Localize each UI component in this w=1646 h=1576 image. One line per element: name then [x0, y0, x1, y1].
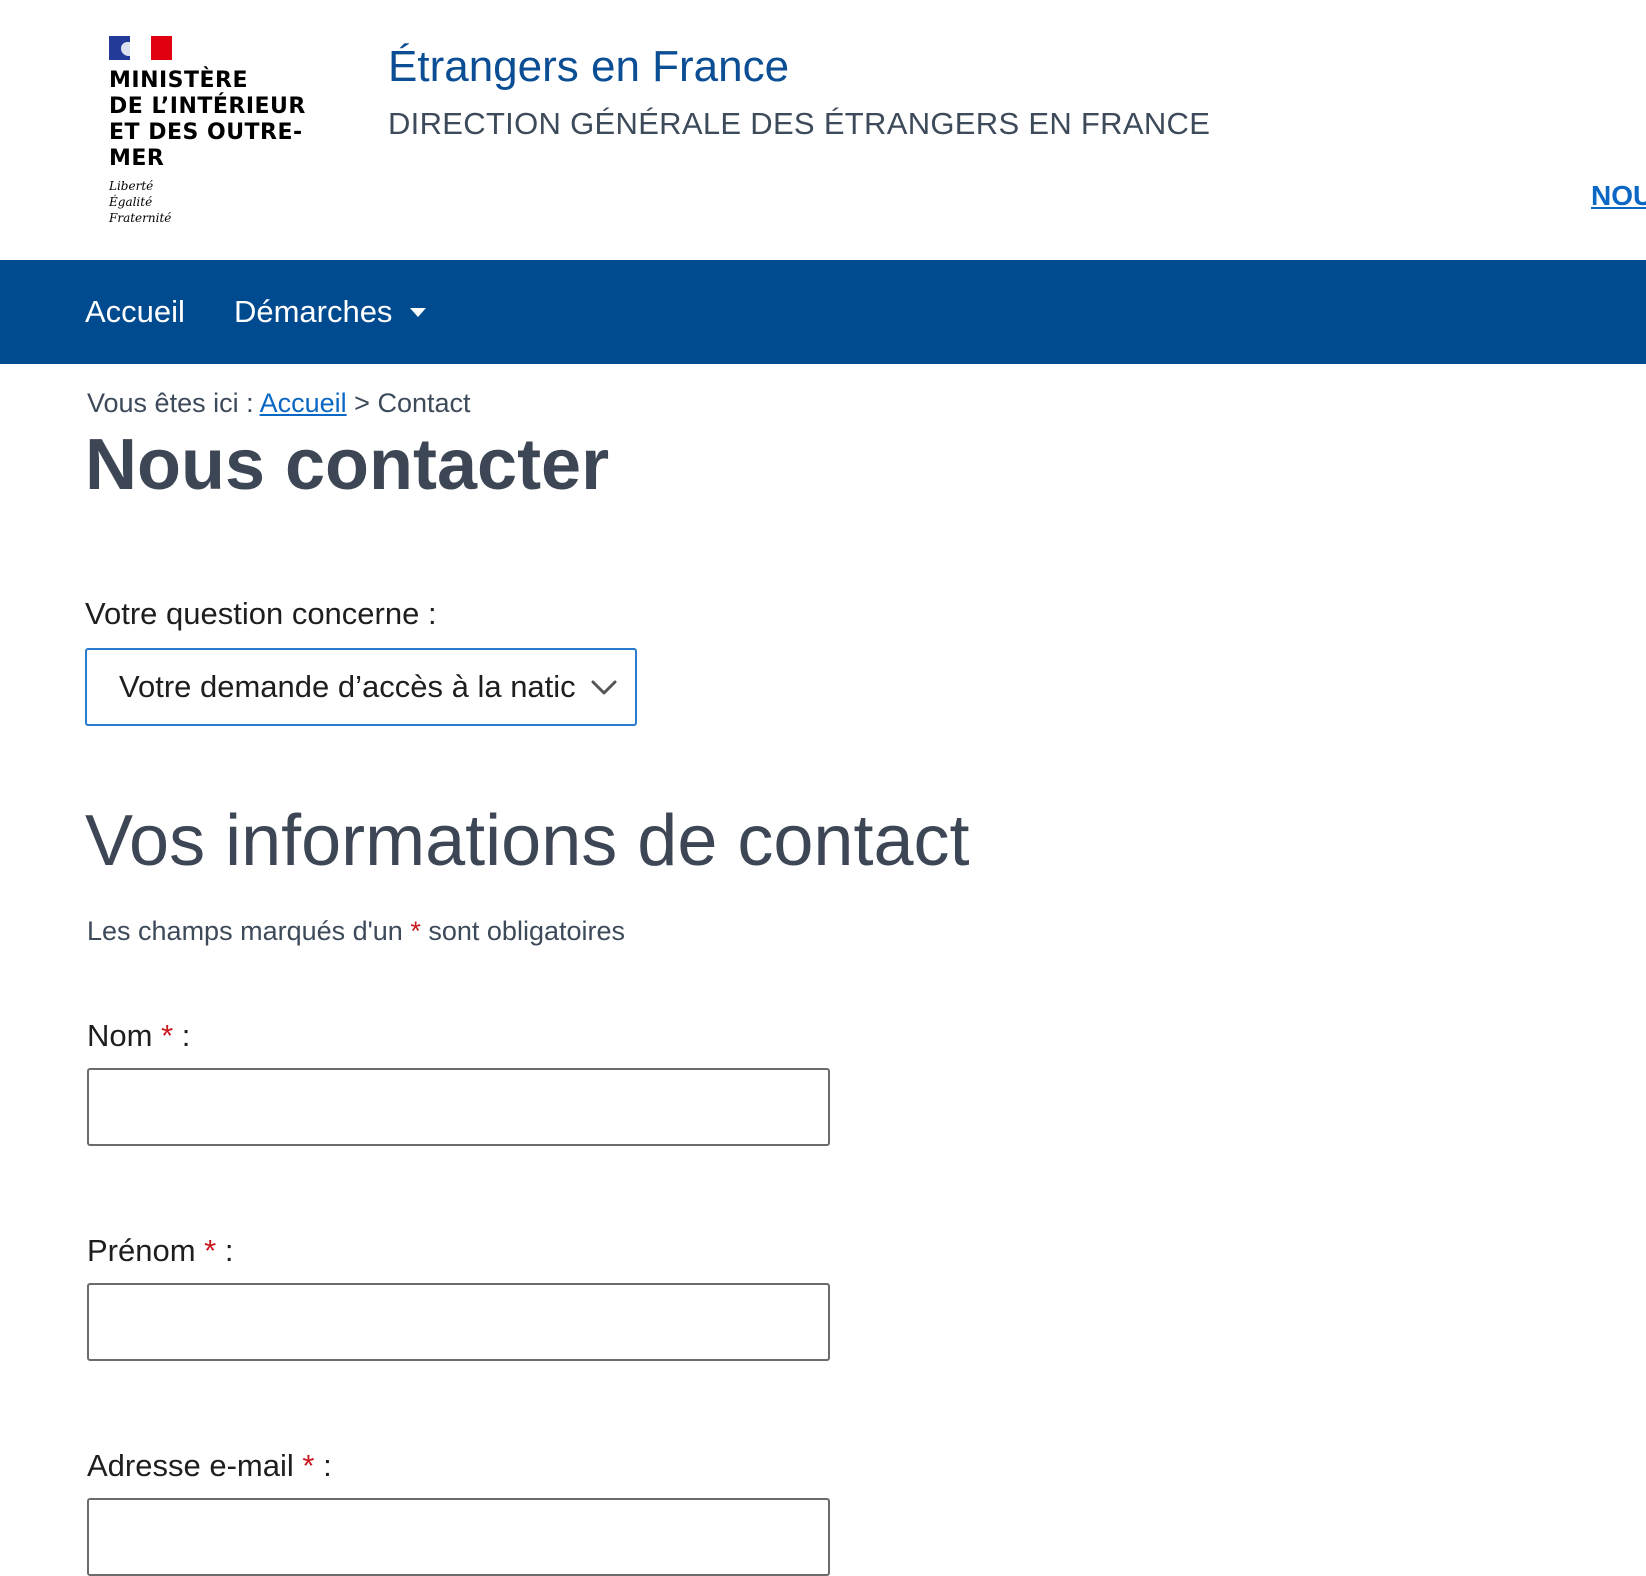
question-topic-select[interactable]: Votre demande d’accès à la natic — [85, 648, 637, 726]
last-name-input[interactable] — [87, 1068, 830, 1146]
caret-down-icon — [410, 307, 427, 317]
main-navigation: Accueil Démarches — [0, 260, 1646, 364]
required-asterisk: * — [410, 916, 421, 946]
site-subtitle: DIRECTION GÉNÉRALE DES ÉTRANGERS EN FRAN… — [388, 106, 1211, 141]
required-note-text: Les champs marqués d'un — [87, 916, 403, 946]
page-title: Nous contacter — [85, 425, 610, 505]
field-label-text: Adresse e-mail — [87, 1448, 294, 1483]
breadcrumb-separator: > — [354, 388, 370, 418]
contact-section-title: Vos informations de contact — [85, 801, 970, 881]
nav-item-label: Accueil — [85, 294, 185, 329]
required-asterisk: * — [161, 1018, 174, 1053]
email-input[interactable] — [87, 1498, 830, 1576]
field-label-text: Nom — [87, 1018, 153, 1053]
required-note-text-end: sont obligatoires — [428, 916, 625, 946]
nav-item-demarches[interactable]: Démarches — [234, 294, 427, 330]
breadcrumb-current: Contact — [377, 388, 471, 418]
header-top-link[interactable]: NOU — [1591, 180, 1646, 212]
breadcrumb-home-link[interactable]: Accueil — [260, 388, 347, 418]
last-name-label: Nom * : — [87, 1018, 190, 1054]
french-flag-icon — [109, 36, 172, 60]
field-label-colon: : — [224, 1233, 234, 1268]
field-label-colon: : — [181, 1018, 191, 1053]
required-asterisk: * — [204, 1233, 217, 1268]
breadcrumb: Vous êtes ici : Accueil > Contact — [87, 388, 471, 419]
field-label-colon: : — [323, 1448, 332, 1483]
first-name-input[interactable] — [87, 1283, 830, 1361]
field-label-text: Prénom — [87, 1233, 196, 1268]
site-header: MINISTÈRE DE L’INTÉRIEUR ET DES OUTRE-ME… — [0, 0, 1646, 260]
site-title[interactable]: Étrangers en France — [388, 42, 789, 92]
first-name-label: Prénom * : — [87, 1233, 234, 1269]
chevron-down-icon — [591, 680, 617, 695]
republic-motto: Liberté Égalité Fraternité — [109, 179, 172, 225]
required-asterisk: * — [302, 1448, 315, 1483]
question-topic-selected-value: Votre demande d’accès à la natic — [119, 669, 575, 704]
nav-item-accueil[interactable]: Accueil — [85, 294, 185, 330]
nav-item-label: Démarches — [233, 294, 393, 329]
ministry-name: MINISTÈRE DE L’INTÉRIEUR ET DES OUTRE-ME… — [109, 68, 306, 171]
breadcrumb-prefix: Vous êtes ici : — [87, 388, 254, 418]
required-fields-note: Les champs marqués d'un * sont obligatoi… — [87, 916, 625, 947]
email-label: Adresse e-mail * : — [87, 1448, 332, 1484]
ministry-logo[interactable]: MINISTÈRE DE L’INTÉRIEUR ET DES OUTRE-ME… — [109, 36, 349, 226]
question-topic-label: Votre question concerne : — [85, 596, 437, 631]
